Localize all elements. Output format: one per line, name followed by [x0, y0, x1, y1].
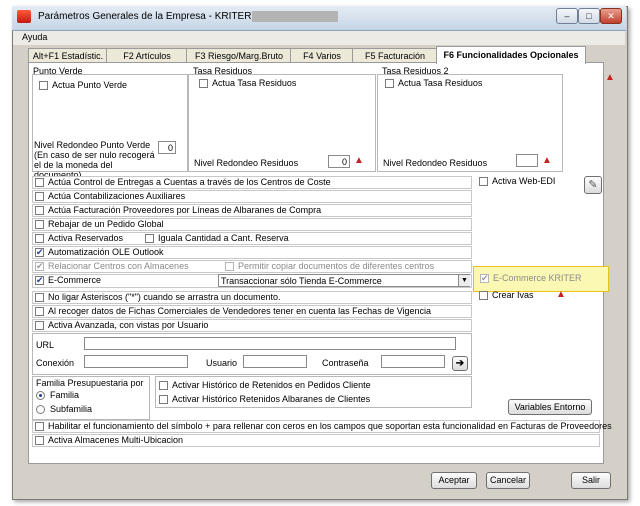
hist-pedidos-label: Activar Histórico de Retenidos en Pedido… [172, 380, 371, 390]
url-label: URL [36, 340, 55, 350]
activa-reservados-checkbox[interactable] [35, 234, 44, 243]
control-entregas-checkbox[interactable] [35, 178, 44, 187]
contabilizaciones-label: Actúa Contabilizaciones Auxiliares [48, 191, 186, 201]
al-recoger-label: Al recoger datos de Fichas Comerciales d… [48, 306, 432, 316]
contrasena-label: Contraseña [322, 358, 369, 368]
activa-webedi-label: Activa Web-EDI [492, 176, 556, 186]
facturacion-proveedores-label: Actúa Facturación Proveedores por Líneas… [48, 205, 322, 215]
conexion-label: Conexión [36, 358, 75, 368]
familia-radio[interactable] [36, 391, 45, 400]
familia-radio-label: Familia [50, 390, 80, 400]
ecommerce-label: E-Commerce [48, 275, 102, 285]
actua-punto-verde-checkbox[interactable] [39, 81, 48, 90]
tool-icon[interactable]: ▲ [605, 73, 615, 83]
usuario-input[interactable] [243, 355, 307, 368]
tasa-residuos-2-lookup-icon[interactable]: ▲ [542, 156, 552, 166]
hist-albaranes-label: Activar Histórico Retenidos Albaranes de… [172, 394, 371, 404]
actua-punto-verde-label: Actua Punto Verde [52, 80, 128, 90]
actua-tasa-residuos-checkbox[interactable] [199, 79, 208, 88]
habilitar-simbolo-checkbox[interactable] [35, 422, 44, 431]
variables-entorno-button[interactable]: Variables Entorno [508, 399, 592, 415]
subfamilia-radio[interactable] [36, 405, 45, 414]
tasa-residuos-title: Tasa Residuos [193, 66, 253, 76]
punto-verde-redondeo-label: Nivel Redondeo Punto Verde (En caso de s… [34, 140, 155, 180]
control-entregas-label: Actúa Control de Entregas a Cuentas a tr… [48, 177, 331, 187]
punto-verde-title: Punto Verde [33, 66, 83, 76]
close-window-button[interactable]: ✕ [600, 8, 622, 24]
activa-webedi-checkbox[interactable] [479, 177, 488, 186]
salir-button[interactable]: Salir [571, 472, 611, 489]
hist-albaranes-checkbox[interactable] [159, 395, 168, 404]
chevron-down-icon[interactable]: ▼ [458, 275, 470, 286]
tab-funcionalidades-opcionales[interactable]: F6 Funcionalidades Opcionales [436, 46, 586, 64]
subfamilia-radio-label: Subfamilia [50, 404, 93, 414]
tab-articulos[interactable]: F2 Artículos [106, 48, 188, 63]
minimize-button[interactable]: – [556, 8, 578, 24]
tasa-residuos-redondeo-input[interactable]: 0 [328, 155, 350, 168]
usuario-label: Usuario [206, 358, 238, 368]
iguala-cantidad-label: Iguala Cantidad a Cant. Reserva [158, 233, 289, 243]
ecommerce-kriter-checkbox[interactable] [480, 273, 489, 284]
go-arrow-button[interactable]: ➔ [452, 356, 468, 371]
habilitar-simbolo-label: Habilitar el funcionamiento del símbolo … [48, 421, 612, 431]
url-input[interactable] [84, 337, 456, 350]
activa-almacenes-checkbox[interactable] [35, 436, 44, 445]
tasa-residuos-2-redondeo-input[interactable] [516, 154, 538, 167]
relacionar-centros-label: Relacionar Centros con Almacenes [48, 261, 189, 271]
app-icon [17, 10, 31, 23]
aceptar-button[interactable]: Aceptar [431, 472, 477, 489]
tasa-residuos-lookup-icon[interactable]: ▲ [354, 156, 364, 166]
tasa-residuos-redondeo-label: Nivel Redondeo Residuos [194, 158, 299, 168]
ecommerce-mode-select[interactable]: Transaccionar sólo Tienda E-Commerce [218, 274, 470, 287]
relacionar-centros-checkbox[interactable] [35, 261, 44, 272]
rebajar-pedido-label: Rebajar de un Pedido Global [48, 219, 164, 229]
automatizacion-ole-checkbox[interactable] [35, 247, 44, 258]
automatizacion-ole-label: Automatización OLE Outlook [48, 247, 164, 257]
redacted-company-name [252, 11, 338, 22]
familia-title: Familia Presupuestaria por [36, 378, 144, 388]
ecommerce-kriter-label: E-Commerce KRITER [493, 273, 582, 283]
no-ligar-checkbox[interactable] [35, 293, 44, 302]
activa-avanzada-label: Activa Avanzada, con vistas por Usuario [48, 320, 209, 330]
rebajar-pedido-checkbox[interactable] [35, 220, 44, 229]
permitir-copiar-label: Permitir copiar documentos de diferentes… [238, 261, 435, 271]
facturacion-proveedores-checkbox[interactable] [35, 206, 44, 215]
tasa-residuos-2-title: Tasa Residuos 2 [382, 66, 449, 76]
window-title: Parámetros Generales de la Empresa - KRI… [38, 11, 287, 22]
activa-almacenes-label: Activa Almacenes Multi-Ubicacion [48, 435, 184, 445]
crear-ivas-tool-icon[interactable]: ▲ [556, 290, 566, 300]
tab-riesgo[interactable]: F3 Riesgo/Marg.Bruto [186, 48, 292, 63]
tab-varios[interactable]: F4 Varios [290, 48, 354, 63]
iguala-cantidad-checkbox[interactable] [145, 234, 154, 243]
menu-ayuda[interactable]: Ayuda [22, 32, 47, 42]
cancelar-button[interactable]: Cancelar [486, 472, 530, 489]
tab-facturacion[interactable]: F5 Facturación [352, 48, 438, 63]
actua-tasa-residuos-2-checkbox[interactable] [385, 79, 394, 88]
activa-avanzada-checkbox[interactable] [35, 321, 44, 330]
punto-verde-redondeo-input[interactable]: 0 [158, 141, 176, 154]
tasa-residuos-2-redondeo-label: Nivel Redondeo Residuos [383, 158, 488, 168]
contrasena-input[interactable] [381, 355, 445, 368]
tab-estadisticas[interactable]: Alt+F1 Estadístic. [28, 48, 108, 63]
pencil-icon[interactable]: ✎ [584, 176, 602, 194]
menu-bar [13, 31, 625, 45]
crear-ivas-label: Crear Ivas [492, 290, 534, 300]
contabilizaciones-checkbox[interactable] [35, 192, 44, 201]
actua-tasa-residuos-2-label: Actua Tasa Residuos [398, 78, 483, 88]
permitir-copiar-checkbox[interactable] [225, 262, 234, 271]
maximize-button[interactable]: □ [578, 8, 600, 24]
hist-pedidos-checkbox[interactable] [159, 381, 168, 390]
ecommerce-checkbox[interactable] [35, 275, 44, 286]
crear-ivas-checkbox[interactable] [479, 291, 488, 300]
actua-tasa-residuos-label: Actua Tasa Residuos [212, 78, 297, 88]
al-recoger-checkbox[interactable] [35, 307, 44, 316]
conexion-input[interactable] [84, 355, 188, 368]
activa-reservados-label: Activa Reservados [48, 233, 124, 243]
no-ligar-label: No ligar Asteriscos ("*") cuando se arra… [48, 292, 281, 302]
